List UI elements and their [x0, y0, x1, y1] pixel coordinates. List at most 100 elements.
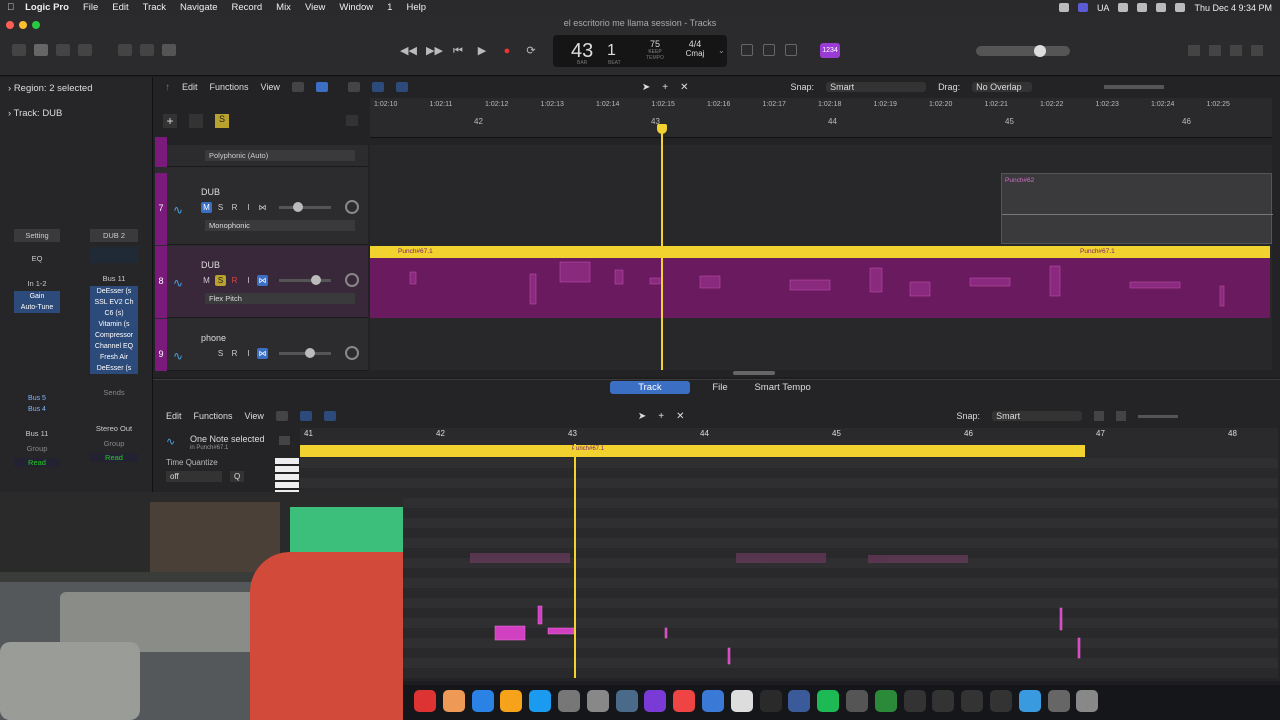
notes-icon[interactable] [1209, 45, 1221, 56]
apple-icon[interactable]:  [0, 2, 21, 13]
browser-icon[interactable] [1251, 45, 1263, 56]
menu-record[interactable]: Record [225, 2, 270, 13]
mute-button[interactable]: M [201, 275, 212, 286]
pointer-tool-icon[interactable]: ➤ [638, 411, 646, 422]
tab-track[interactable]: Track [610, 381, 690, 394]
menu-file[interactable]: File [76, 2, 105, 13]
mixer-icon[interactable] [140, 44, 154, 56]
podcasts-icon[interactable] [644, 690, 667, 712]
output-slot[interactable]: Bus 11 [14, 429, 60, 438]
plugin-deesser-1[interactable]: DeEsser (s [90, 286, 138, 297]
record-icon[interactable]: ● [500, 44, 514, 58]
plugin-compressor[interactable]: Compressor [90, 330, 138, 341]
solo-button[interactable]: S [215, 202, 226, 213]
drag-dropdown[interactable]: No Overlap [972, 82, 1033, 92]
menu-window[interactable]: Window [332, 2, 380, 13]
menu-clock[interactable]: Thu Dec 4 9:34 PM [1194, 3, 1272, 13]
midi-in-icon[interactable] [275, 411, 288, 421]
count-in-icon[interactable] [785, 44, 797, 56]
catch-playhead-icon[interactable] [395, 82, 408, 92]
track-settings-icon[interactable] [346, 115, 358, 126]
input-monitor-button[interactable]: I [243, 348, 254, 359]
chevron-down-icon[interactable]: ⌄ [718, 46, 725, 55]
brave-icon[interactable] [673, 690, 696, 712]
calculator-icon[interactable] [586, 690, 609, 712]
cycle-icon[interactable]: ⟳ [524, 44, 538, 58]
editor-functions-menu[interactable]: Functions [194, 411, 233, 421]
plugin-fresh-air[interactable]: Fresh Air [90, 352, 138, 363]
piano-keyboard[interactable] [275, 458, 299, 492]
play-icon[interactable]: ▶ [475, 44, 489, 58]
group-slot[interactable]: Group [14, 444, 60, 453]
trash-icon[interactable] [1076, 690, 1099, 712]
forward-icon[interactable]: ▶▶ [426, 44, 443, 58]
list-view-icon[interactable] [315, 82, 328, 92]
menu-1[interactable]: 1 [380, 2, 399, 13]
tracks-functions-menu[interactable]: Functions [210, 82, 249, 92]
quantize-button[interactable]: Q [230, 471, 245, 482]
track-mode-polyphonic[interactable]: Polyphonic (Auto) [205, 150, 355, 161]
global-solo-icon[interactable]: S [215, 114, 229, 128]
record-enable-button[interactable]: R [229, 275, 240, 286]
tuner-icon[interactable] [741, 44, 753, 56]
track-mode-monophonic[interactable]: Monophonic [205, 220, 355, 231]
catch-icon[interactable]: ↑ [165, 82, 170, 93]
settings-icon[interactable] [558, 690, 580, 712]
link-icon[interactable] [299, 411, 312, 421]
input-source[interactable]: UA [1097, 3, 1110, 13]
automation-icon[interactable] [347, 82, 360, 92]
firefox-icon[interactable] [442, 690, 465, 712]
pages-icon[interactable] [500, 690, 523, 712]
toolbar-icon[interactable] [78, 44, 92, 56]
volume-slider-8[interactable] [279, 275, 331, 285]
send-bus-5[interactable]: Bus 5 [14, 393, 60, 404]
eq-thumbnail[interactable] [90, 247, 138, 263]
automation-read-2[interactable]: Read [90, 453, 138, 462]
help-icon[interactable] [56, 44, 70, 56]
list-editors-icon[interactable] [1188, 45, 1200, 56]
control-center-icon[interactable] [1175, 3, 1186, 12]
plugin-deesser-2[interactable]: DeEsser (s [90, 363, 138, 374]
input-monitor-button[interactable]: I [243, 275, 254, 286]
catch-icon[interactable] [323, 411, 336, 421]
master-volume-slider[interactable] [976, 45, 1070, 57]
track-inspector-header[interactable]: › Track: DUB [8, 108, 62, 119]
editors-icon[interactable] [162, 44, 176, 56]
plugin-vitamin[interactable]: Vitamin (s [90, 319, 138, 330]
rewind-icon[interactable]: ◀◀ [400, 44, 417, 58]
loop-browser-icon[interactable] [1230, 45, 1242, 56]
tab-file[interactable]: File [700, 381, 739, 394]
inspector-icon[interactable] [34, 44, 48, 56]
badge-1234[interactable]: 1234 [820, 43, 840, 58]
pencil-tool-icon[interactable]: + [662, 82, 668, 93]
region-bar-punch67[interactable]: Punch#67.1 [300, 445, 1085, 457]
zoom-slider[interactable] [1104, 85, 1165, 89]
menu-help[interactable]: Help [399, 2, 433, 13]
setting-button[interactable]: Setting [14, 229, 60, 242]
region-inspector-header[interactable]: › Region: 2 selected [8, 83, 93, 94]
menu-view[interactable]: View [298, 2, 332, 13]
go-to-start-icon[interactable]: ⏮ [451, 44, 465, 58]
spotify-icon[interactable] [817, 690, 840, 712]
volume-knob[interactable] [1034, 45, 1046, 57]
help-icon[interactable] [932, 690, 955, 712]
editor-zoom-slider[interactable] [1138, 414, 1179, 418]
zoom-fit-icon[interactable] [1116, 411, 1127, 421]
plugin-gain[interactable]: Gain [14, 291, 60, 302]
send-bus-4[interactable]: Bus 4 [14, 404, 60, 415]
grid-view-icon[interactable] [291, 82, 304, 92]
folder-icon[interactable] [1018, 690, 1041, 712]
app-icon[interactable] [788, 690, 811, 712]
menu-mix[interactable]: Mix [269, 2, 298, 13]
menu-navigate[interactable]: Navigate [173, 2, 225, 13]
stereo-out-slot[interactable]: Stereo Out [90, 424, 138, 433]
menu-app[interactable]: Logic Pro [21, 2, 76, 13]
pointer-tool-icon[interactable]: ➤ [642, 82, 650, 93]
volume-slider-7[interactable] [279, 202, 331, 212]
region-punch67[interactable]: Punch#67.1 Punch#67.1 [370, 246, 1270, 318]
duplicate-track-icon[interactable] [189, 114, 203, 128]
track-name-8[interactable]: DUB [201, 260, 220, 270]
library-icon[interactable] [12, 44, 26, 56]
track-name-7[interactable]: DUB [201, 187, 220, 197]
preview-icon[interactable] [615, 690, 638, 712]
